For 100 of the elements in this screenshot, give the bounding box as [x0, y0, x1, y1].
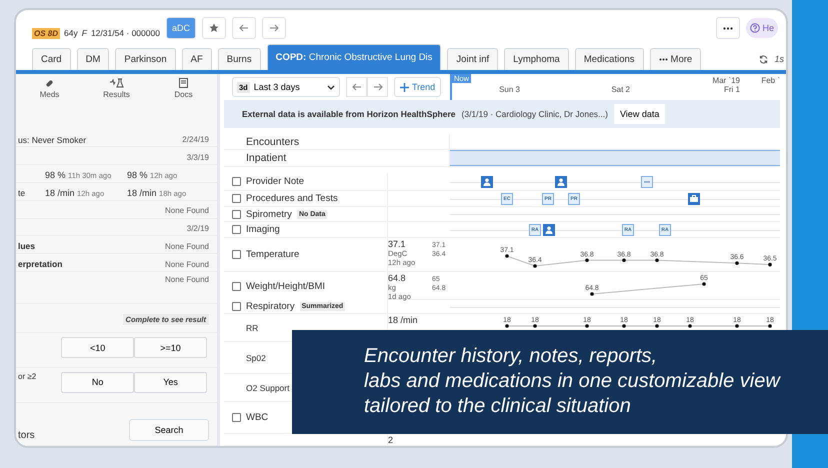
- row-checkbox[interactable]: [232, 413, 241, 422]
- document-icon: [179, 78, 188, 88]
- latest-value: 37.1: [388, 239, 407, 249]
- more-options-button[interactable]: [716, 17, 740, 39]
- condition-tab[interactable]: COPD: Chronic Obstructive Lung Dis: [266, 44, 442, 70]
- arrow-left-icon: [238, 24, 249, 32]
- flask-icon: [110, 78, 124, 88]
- star-button[interactable]: [202, 17, 226, 39]
- data-point: [505, 324, 509, 328]
- day-label: Sun 3: [499, 85, 520, 94]
- data-point: [585, 324, 589, 328]
- note-marker[interactable]: [481, 176, 493, 188]
- previous-button[interactable]: [346, 77, 367, 97]
- banner-message: External data is available from Horizon HealthSphere: [242, 109, 456, 119]
- day-label: Sat 2: [611, 85, 630, 94]
- patient-dob: 12/31/54 · 000000: [90, 28, 160, 38]
- panel-tab[interactable]: Docs: [150, 74, 217, 104]
- row-label: Spirometry: [246, 208, 292, 220]
- data-point: [655, 324, 659, 328]
- choice-button[interactable]: Yes: [134, 372, 207, 393]
- banner-detail: (3/1/19 · Cardiology Clinic, Dr Jones...): [462, 109, 608, 119]
- condition-tab[interactable]: AF: [182, 48, 212, 70]
- row-label: Imaging: [246, 224, 280, 235]
- row-checkbox[interactable]: [232, 250, 241, 259]
- next-button[interactable]: [367, 77, 388, 97]
- choice-button[interactable]: No: [61, 372, 134, 393]
- data-point: [622, 324, 626, 328]
- condition-tab[interactable]: More: [650, 48, 702, 70]
- row-checkbox[interactable]: [232, 210, 241, 218]
- more-icon: [723, 26, 734, 30]
- plus-icon: [400, 82, 409, 92]
- latest-value: 64.8: [388, 273, 407, 283]
- section-label: Inpatient: [246, 152, 286, 164]
- data-point: [505, 254, 509, 258]
- row-checkbox[interactable]: [232, 225, 241, 234]
- row-label: Sp02: [246, 352, 266, 362]
- refresh-icon[interactable]: [759, 54, 768, 64]
- row-value: 3/2/19: [186, 224, 209, 234]
- row-label: us: Never Smoker: [18, 134, 86, 144]
- trend-button[interactable]: Trend: [394, 77, 442, 97]
- back-button[interactable]: [232, 17, 256, 39]
- choice-button[interactable]: >=10: [134, 337, 207, 358]
- person-icon: [557, 178, 565, 186]
- chevron-down-icon: [327, 84, 335, 90]
- pill-icon: [45, 78, 54, 88]
- row-checkbox[interactable]: [232, 194, 241, 203]
- row-label: WBC: [246, 412, 268, 423]
- data-point: [585, 258, 589, 262]
- row-checkbox[interactable]: [232, 282, 241, 291]
- data-point: [768, 262, 772, 266]
- more-icon: [658, 58, 668, 61]
- search-button[interactable]: Search: [129, 419, 209, 442]
- condition-tab[interactable]: Joint inf: [447, 48, 498, 70]
- panel-tab[interactable]: Meds: [16, 74, 83, 104]
- row-value: None Found: [164, 242, 209, 251]
- condition-tab[interactable]: Parkinson: [115, 48, 176, 70]
- refresh-time: 1s: [774, 54, 784, 64]
- data-point: [533, 264, 537, 268]
- panel-tab[interactable]: Results: [83, 74, 150, 104]
- row-label: Temperature: [246, 249, 300, 260]
- help-button[interactable]: He: [746, 18, 778, 38]
- note-marker[interactable]: [555, 176, 567, 188]
- row-label: RR: [246, 322, 258, 332]
- choice-button[interactable]: <10: [61, 337, 134, 358]
- status-badge: OS 8D: [32, 28, 60, 38]
- day-label: Fri 1: [723, 85, 740, 94]
- briefcase-marker[interactable]: [688, 192, 700, 204]
- help-icon: [750, 23, 760, 33]
- person-icon: [483, 178, 491, 186]
- condition-tab[interactable]: Lymphoma: [504, 48, 569, 70]
- month-label: Mar `19: [712, 76, 740, 85]
- row-label: te: [18, 188, 26, 198]
- data-point: [768, 324, 772, 328]
- row-value: 2/24/19: [182, 135, 209, 144]
- condition-tab[interactable]: Burns: [218, 48, 261, 70]
- patient-sex: F: [82, 28, 87, 38]
- view-data-button[interactable]: View data: [614, 104, 666, 124]
- patient-age: 64y: [64, 28, 78, 38]
- document-marker[interactable]: [641, 176, 653, 188]
- condition-tab[interactable]: DM: [76, 48, 110, 70]
- data-point: [735, 261, 739, 265]
- row-label: Respiratory: [246, 301, 295, 312]
- data-point: [702, 282, 706, 286]
- row-checkbox[interactable]: [232, 302, 241, 311]
- row-label: Provider Note: [246, 176, 304, 187]
- row-value: None Found: [164, 260, 209, 269]
- condition-tab[interactable]: Card: [32, 48, 71, 70]
- row-value: None Found: [164, 275, 209, 284]
- note-marker[interactable]: [543, 224, 555, 236]
- arrow-left-icon: [352, 83, 362, 91]
- caption-text: Encounter history, notes, reports, labs and medications in one customizable view tailored to the clinical situation: [292, 330, 828, 434]
- arrow-right-icon: [268, 24, 279, 32]
- condition-tab[interactable]: Medications: [574, 48, 644, 70]
- forward-button[interactable]: [262, 17, 286, 39]
- row-label: Weight/Height/BMI: [246, 281, 326, 292]
- section-label: Encounters: [246, 136, 300, 148]
- row-checkbox[interactable]: [232, 177, 241, 186]
- row-value: None Found: [164, 206, 209, 216]
- month-label: Feb `: [761, 76, 780, 85]
- data-point: [590, 292, 594, 296]
